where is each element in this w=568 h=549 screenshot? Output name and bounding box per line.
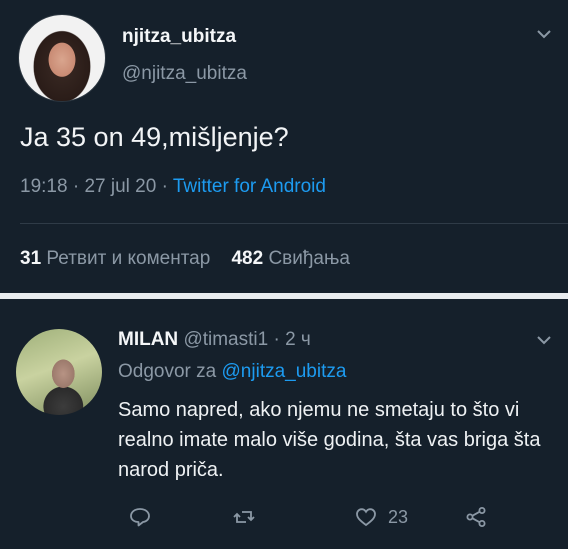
chevron-down-icon[interactable] [534,330,554,350]
likes-count: 482 [231,248,264,269]
tweet-source-link[interactable]: Twitter for Android [173,176,326,197]
tweet-text: Samo napred, ako njemu ne smetaju to što… [118,399,541,481]
like-count: 23 [388,506,409,527]
user-handle[interactable]: @timasti1 [183,329,268,350]
reply-button[interactable] [128,505,152,529]
tweet-meta: 19:18 · 27 jul 20 · Twitter for Android [20,176,326,198]
like-button[interactable]: 23 [354,505,408,529]
meta-separator: · [72,176,80,197]
avatar[interactable] [16,329,102,415]
display-name[interactable]: MILAN [118,329,178,350]
replying-to: Odgovor za @njitza_ubitza [118,361,346,383]
retweet-icon [233,511,255,523]
share-button[interactable] [464,505,488,529]
meta-separator: · [273,329,280,350]
tweet-date: 27 jul 20 [84,176,157,197]
retweets-stat[interactable]: 31 Ретвит и коментар [20,248,210,269]
user-handle[interactable]: @njitza_ubitza [122,63,247,85]
replying-prefix: Odgovor za [118,361,217,382]
likes-label: Свиђања [268,248,351,269]
retweet-button[interactable] [232,505,256,529]
mention-link[interactable]: @njitza_ubitza [222,361,347,382]
tweet-stats: 31 Ретвит и коментар 482 Свиђања [20,248,350,270]
meta-separator: · [161,176,168,197]
avatar[interactable] [18,14,106,102]
tweet-actions: 23 [0,499,568,539]
divider [20,223,568,224]
reply-header: MILAN @timasti1 · 2 ч [118,329,311,351]
tweet-time: 19:18 [20,176,68,197]
chevron-down-icon[interactable] [534,24,554,44]
display-name[interactable]: njitza_ubitza [122,26,236,48]
like-icon [356,508,376,527]
reply-icon [130,508,150,527]
retweets-count: 31 [20,248,42,269]
tweet-text: Ja 35 on 49,mišljenje? [20,122,289,152]
retweets-label: Ретвит и коментар [46,248,211,269]
share-icon [466,507,486,527]
main-tweet[interactable]: njitza_ubitza @njitza_ubitza Ja 35 on 49… [0,0,568,293]
tweet-age: 2 ч [285,329,311,350]
likes-stat[interactable]: 482 Свиђања [231,248,350,269]
